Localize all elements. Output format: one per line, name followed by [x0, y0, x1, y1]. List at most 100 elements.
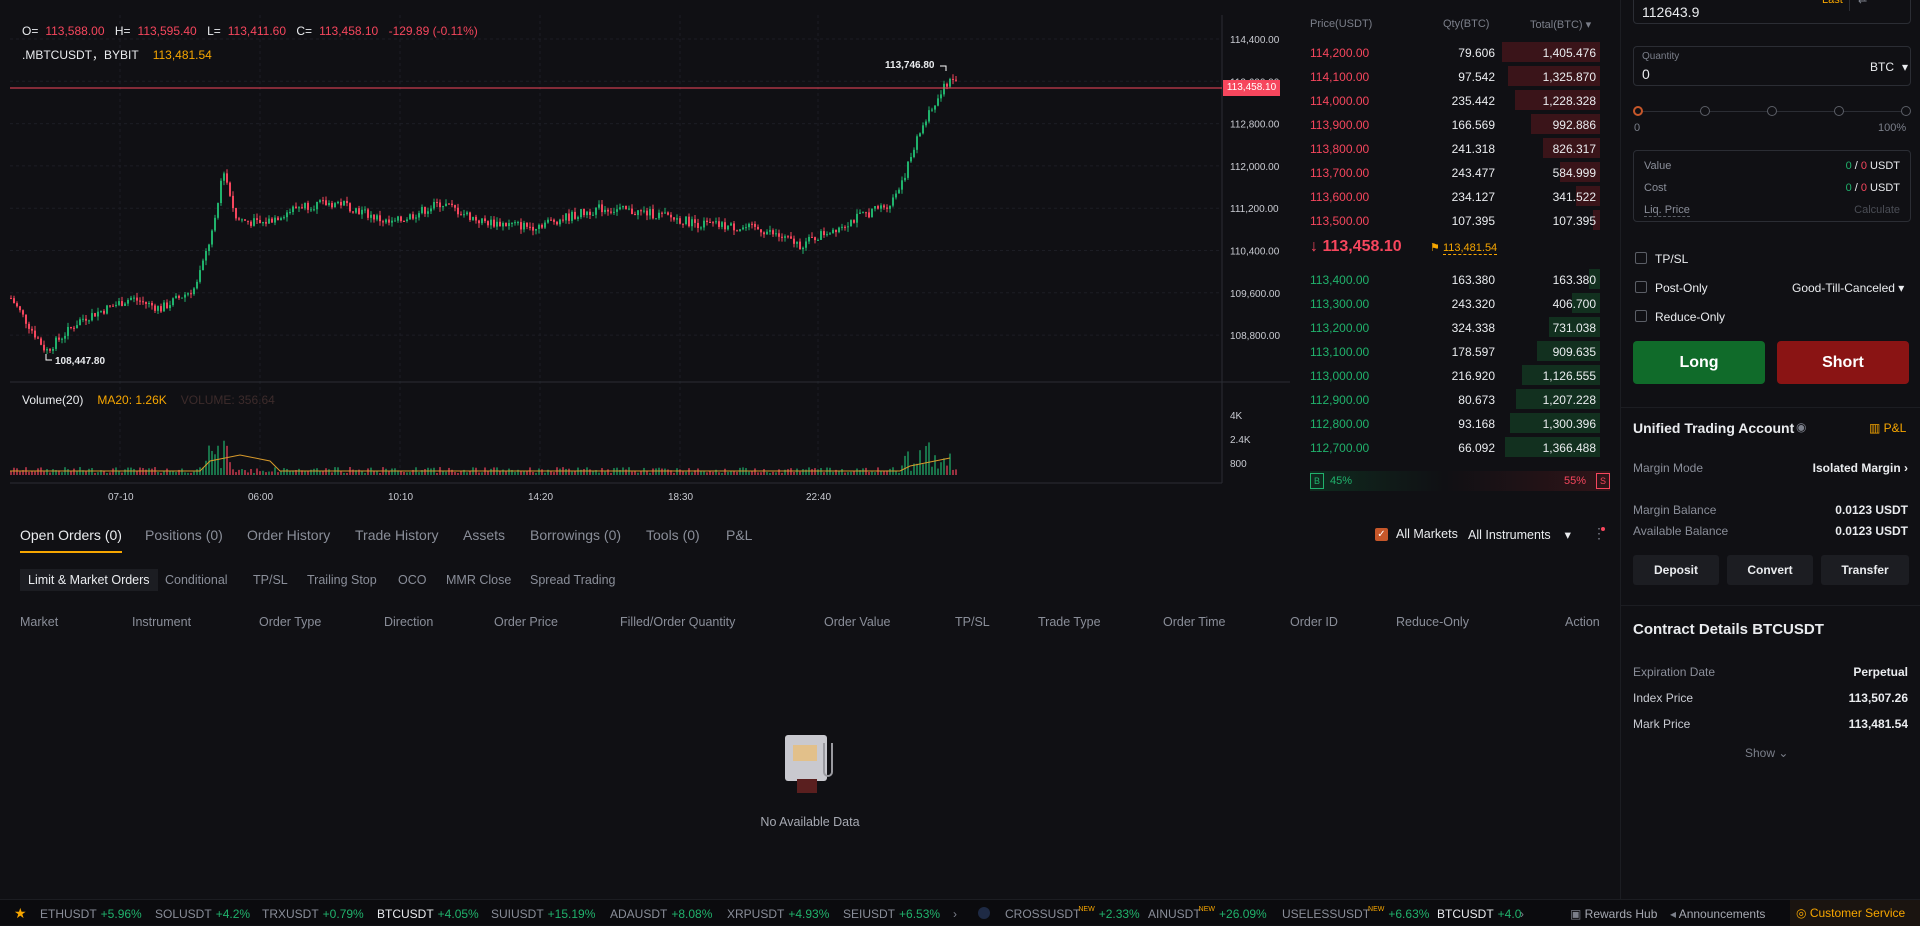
convert-button[interactable]: Convert	[1727, 555, 1813, 585]
ticker-item[interactable]: ETHUSDT +5.96%	[40, 907, 142, 921]
rewards-hub-link[interactable]: ▣ Rewards Hub	[1570, 907, 1657, 921]
orders-subtab[interactable]: Trailing Stop	[307, 573, 377, 587]
tpsl-checkbox[interactable]	[1635, 252, 1647, 264]
chevron-right-icon[interactable]: ›	[953, 907, 957, 921]
show-more-button[interactable]: Show ⌄	[1745, 746, 1788, 760]
ticker-item[interactable]: ADAUSDT +8.08%	[610, 907, 712, 921]
orders-subtab[interactable]: Conditional	[165, 573, 228, 587]
candle	[319, 200, 321, 202]
price-type-toggle[interactable]: Last	[1822, 0, 1843, 6]
all-markets-checkbox[interactable]: ✓	[1375, 528, 1388, 541]
orders-subtab[interactable]: OCO	[398, 573, 426, 587]
candle	[946, 83, 948, 87]
volume-bar	[298, 468, 300, 475]
orders-tab[interactable]: Order History	[247, 527, 330, 543]
candle	[685, 216, 687, 225]
bid-row[interactable]: 113,000.00 216.920 1,126.555	[1300, 363, 1600, 387]
ask-row[interactable]: 113,800.00 241.318 826.317	[1300, 136, 1600, 160]
deposit-button[interactable]: Deposit	[1633, 555, 1719, 585]
bid-row[interactable]: 112,900.00 80.673 1,207.228	[1300, 387, 1600, 411]
reduce-only-checkbox[interactable]	[1635, 310, 1647, 322]
margin-mode-select[interactable]: Isolated Margin ›	[1813, 461, 1908, 475]
swap-icon[interactable]: ⇄	[1858, 0, 1867, 6]
slider-step[interactable]	[1901, 106, 1911, 116]
orders-tab[interactable]: Tools (0)	[646, 527, 700, 543]
slider-step[interactable]	[1834, 106, 1844, 116]
bid-row[interactable]: 113,200.00 324.338 731.038	[1300, 315, 1600, 339]
orders-tab[interactable]: Borrowings (0)	[530, 527, 621, 543]
orders-tab[interactable]: Trade History	[355, 527, 439, 543]
orders-subtab[interactable]: Limit & Market Orders	[20, 569, 158, 591]
bid-row[interactable]: 113,300.00 243.320 406.700	[1300, 291, 1600, 315]
ticker-item[interactable]: SEIUSDT +6.53%	[843, 907, 940, 921]
ticker-item[interactable]: USELESSUSDTNEW +6.63%	[1282, 906, 1429, 921]
ticker-item[interactable]: TRXUSDT +0.79%	[262, 907, 364, 921]
ask-row[interactable]: 113,500.00 107.395 107.395	[1300, 208, 1600, 232]
ask-row[interactable]: 113,900.00 166.569 992.886	[1300, 112, 1600, 136]
pnl-link[interactable]: ▥ P&L	[1869, 421, 1906, 435]
candle	[481, 218, 483, 224]
mark-price-value: 113,481.54	[1848, 717, 1908, 731]
bid-row[interactable]: 113,400.00 163.380 163.380	[1300, 267, 1600, 291]
volume-bar	[394, 468, 396, 475]
ticker-item[interactable]: BTCUSDT +4.05%	[377, 907, 479, 921]
ticker-item[interactable]: CROSSUSDTNEW +2.33%	[1005, 906, 1140, 921]
candle	[850, 220, 852, 227]
available-balance-label: Available Balance	[1633, 524, 1729, 538]
volume-bar	[733, 471, 735, 475]
volume-bar	[550, 471, 552, 475]
price-chart[interactable]: 114,400.00113,600.00112,800.00112,000.00…	[0, 0, 1290, 510]
chevron-right-icon[interactable]: ›	[1520, 907, 1524, 921]
quantity-unit-select[interactable]: BTC ▾	[1870, 60, 1908, 74]
all-instruments-select[interactable]: All Instruments ▾	[1468, 527, 1571, 542]
ticker-item[interactable]: AINUSDTNEW +26.09%	[1148, 906, 1267, 921]
slider-step[interactable]	[1700, 106, 1710, 116]
ob-total-header[interactable]: Total(BTC) ▾	[1530, 18, 1591, 31]
post-only-checkbox[interactable]	[1635, 281, 1647, 293]
slider-max: 100%	[1878, 122, 1907, 134]
orders-subtab[interactable]: MMR Close	[446, 573, 511, 587]
ticker-item[interactable]: XRPUSDT +4.93%	[727, 907, 829, 921]
orders-tab[interactable]: Assets	[463, 527, 505, 543]
ask-row[interactable]: 114,100.00 97.542 1,325.870	[1300, 64, 1600, 88]
star-icon[interactable]: ★	[14, 905, 27, 922]
slider-step[interactable]	[1633, 106, 1643, 116]
volume-bar	[904, 455, 906, 475]
time-in-force-select[interactable]: Good-Till-Canceled ▾	[1792, 281, 1904, 295]
candlestick-chart[interactable]: 114,400.00113,600.00112,800.00112,000.00…	[0, 0, 1290, 510]
bid-row[interactable]: 113,100.00 178.597 909.635	[1300, 339, 1600, 363]
arrow-down-icon: ↓	[1310, 238, 1318, 255]
candle	[910, 157, 912, 162]
customer-service-button[interactable]: ◎ Customer Service	[1790, 900, 1920, 926]
slider-step[interactable]	[1767, 106, 1777, 116]
orders-subtab[interactable]: TP/SL	[253, 573, 288, 587]
coin-icon	[978, 907, 990, 919]
x-axis-tick: 18:30	[668, 492, 693, 503]
ticker-symbol: BTCUSDT	[1437, 907, 1494, 921]
transfer-button[interactable]: Transfer	[1821, 555, 1909, 585]
short-button[interactable]: Short	[1777, 341, 1909, 384]
ticker-item[interactable]: SOLUSDT +4.2%	[155, 907, 250, 921]
price-input[interactable]: 112643.9 Last ⇄	[1633, 0, 1911, 24]
eye-icon[interactable]: ◉	[1796, 420, 1806, 434]
ask-row[interactable]: 113,600.00 234.127 341.522	[1300, 184, 1600, 208]
ticker-item[interactable]: SUIUSDT +15.19%	[491, 907, 595, 921]
bid-row[interactable]: 112,800.00 93.168 1,300.396	[1300, 411, 1600, 435]
orders-tab[interactable]: Positions (0)	[145, 527, 223, 543]
orders-subtab[interactable]: Spread Trading	[530, 573, 615, 587]
candle	[835, 229, 837, 233]
chart-bar-icon: ▥	[1869, 421, 1884, 435]
candle	[250, 221, 252, 226]
long-button[interactable]: Long	[1633, 341, 1765, 384]
ask-row[interactable]: 113,700.00 243.477 584.999	[1300, 160, 1600, 184]
orders-tab[interactable]: P&L	[726, 527, 752, 543]
ask-row[interactable]: 114,000.00 235.442 1,228.328	[1300, 88, 1600, 112]
margin-balance-value: 0.0123 USDT	[1835, 503, 1908, 517]
orders-tab[interactable]: Open Orders (0)	[20, 527, 122, 553]
announcements-link[interactable]: ◂ Announcements	[1670, 907, 1765, 921]
bid-row[interactable]: 112,700.00 66.092 1,366.488	[1300, 435, 1600, 459]
ask-row[interactable]: 114,200.00 79.606 1,405.476	[1300, 40, 1600, 64]
quantity-input[interactable]: Quantity 0 BTC ▾	[1633, 46, 1911, 86]
liq-price-calculate[interactable]: Calculate	[1854, 204, 1900, 216]
ticker-item[interactable]: BTCUSDT +4.0	[1437, 907, 1521, 921]
